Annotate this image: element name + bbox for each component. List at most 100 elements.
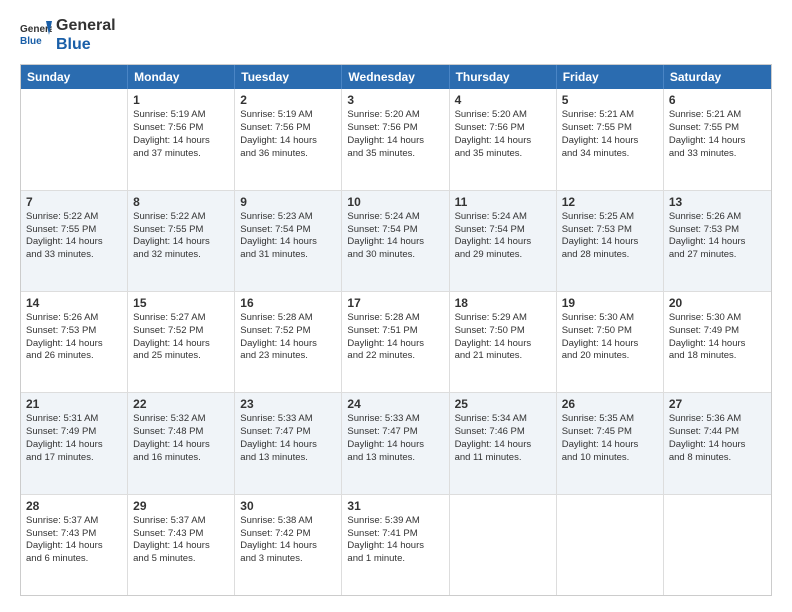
day-number: 10	[347, 195, 443, 209]
calendar-cell: 10 Sunrise: 5:24 AM Sunset: 7:54 PM Dayli…	[342, 191, 449, 291]
logo-blue-text: Blue	[56, 35, 116, 54]
calendar-cell: 18 Sunrise: 5:29 AM Sunset: 7:50 PM Dayli…	[450, 292, 557, 392]
cell-info: Sunrise: 5:38 AM Sunset: 7:42 PM Dayligh…	[240, 515, 336, 566]
cell-info: Sunrise: 5:31 AM Sunset: 7:49 PM Dayligh…	[26, 413, 122, 464]
cell-info: Sunrise: 5:21 AM Sunset: 7:55 PM Dayligh…	[669, 109, 766, 160]
calendar-cell: 15 Sunrise: 5:27 AM Sunset: 7:52 PM Dayli…	[128, 292, 235, 392]
cell-info: Sunrise: 5:30 AM Sunset: 7:50 PM Dayligh…	[562, 312, 658, 363]
cell-info: Sunrise: 5:21 AM Sunset: 7:55 PM Dayligh…	[562, 109, 658, 160]
calendar-cell: 21 Sunrise: 5:31 AM Sunset: 7:49 PM Dayli…	[21, 393, 128, 493]
day-number: 26	[562, 397, 658, 411]
calendar-cell: 20 Sunrise: 5:30 AM Sunset: 7:49 PM Dayli…	[664, 292, 771, 392]
calendar-cell: 16 Sunrise: 5:28 AM Sunset: 7:52 PM Dayli…	[235, 292, 342, 392]
day-number: 18	[455, 296, 551, 310]
calendar-row-2: 14Sunrise: 5:26 AM Sunset: 7:53 PM Dayli…	[21, 292, 771, 393]
calendar-cell	[450, 495, 557, 595]
day-number: 17	[347, 296, 443, 310]
day-number: 9	[240, 195, 336, 209]
day-number: 3	[347, 93, 443, 107]
cell-info: Sunrise: 5:27 AM Sunset: 7:52 PM Dayligh…	[133, 312, 229, 363]
calendar-cell: 31 Sunrise: 5:39 AM Sunset: 7:41 PM Dayli…	[342, 495, 449, 595]
day-number: 11	[455, 195, 551, 209]
day-number: 8	[133, 195, 229, 209]
day-number: 21	[26, 397, 122, 411]
calendar-cell: 8 Sunrise: 5:22 AM Sunset: 7:55 PM Daylig…	[128, 191, 235, 291]
cell-info: Sunrise: 5:24 AM Sunset: 7:54 PM Dayligh…	[347, 211, 443, 262]
cell-info: Sunrise: 5:22 AM Sunset: 7:55 PM Dayligh…	[133, 211, 229, 262]
cell-info: Sunrise: 5:30 AM Sunset: 7:49 PM Dayligh…	[669, 312, 766, 363]
day-number: 4	[455, 93, 551, 107]
calendar-cell	[557, 495, 664, 595]
day-number: 29	[133, 499, 229, 513]
calendar-cell: 9 Sunrise: 5:23 AM Sunset: 7:54 PM Daylig…	[235, 191, 342, 291]
day-number: 30	[240, 499, 336, 513]
calendar-cell: 26 Sunrise: 5:35 AM Sunset: 7:45 PM Dayli…	[557, 393, 664, 493]
calendar-cell: 25Sunrise: 5:34 AM Sunset: 7:46 PM Dayli…	[450, 393, 557, 493]
cell-info: Sunrise: 5:23 AM Sunset: 7:54 PM Dayligh…	[240, 211, 336, 262]
cell-info: Sunrise: 5:19 AM Sunset: 7:56 PM Dayligh…	[133, 109, 229, 160]
header-cell-sunday: Sunday	[21, 65, 128, 89]
cell-info: Sunrise: 5:37 AM Sunset: 7:43 PM Dayligh…	[133, 515, 229, 566]
calendar-cell: 17 Sunrise: 5:28 AM Sunset: 7:51 PM Dayli…	[342, 292, 449, 392]
svg-text:Blue: Blue	[20, 36, 42, 47]
day-number: 28	[26, 499, 122, 513]
cell-info: Sunrise: 5:36 AM Sunset: 7:44 PM Dayligh…	[669, 413, 766, 464]
cell-info: Sunrise: 5:39 AM Sunset: 7:41 PM Dayligh…	[347, 515, 443, 566]
calendar-cell: 4Sunrise: 5:20 AM Sunset: 7:56 PM Daylig…	[450, 89, 557, 189]
day-number: 25	[455, 397, 551, 411]
calendar-cell: 30 Sunrise: 5:38 AM Sunset: 7:42 PM Dayli…	[235, 495, 342, 595]
calendar-cell: 1 Sunrise: 5:19 AM Sunset: 7:56 PM Daylig…	[128, 89, 235, 189]
logo-svg: General Blue	[20, 19, 52, 51]
calendar-row-4: 28 Sunrise: 5:37 AM Sunset: 7:43 PM Dayli…	[21, 495, 771, 595]
day-number: 16	[240, 296, 336, 310]
cell-info: Sunrise: 5:37 AM Sunset: 7:43 PM Dayligh…	[26, 515, 122, 566]
calendar-cell: 19Sunrise: 5:30 AM Sunset: 7:50 PM Dayli…	[557, 292, 664, 392]
logo: General Blue General Blue	[20, 16, 116, 54]
cell-info: Sunrise: 5:29 AM Sunset: 7:50 PM Dayligh…	[455, 312, 551, 363]
day-number: 5	[562, 93, 658, 107]
cell-info: Sunrise: 5:26 AM Sunset: 7:53 PM Dayligh…	[26, 312, 122, 363]
day-number: 6	[669, 93, 766, 107]
day-number: 7	[26, 195, 122, 209]
header-cell-tuesday: Tuesday	[235, 65, 342, 89]
cell-info: Sunrise: 5:33 AM Sunset: 7:47 PM Dayligh…	[347, 413, 443, 464]
calendar-cell: 13Sunrise: 5:26 AM Sunset: 7:53 PM Dayli…	[664, 191, 771, 291]
header: General Blue General Blue	[20, 16, 772, 54]
day-number: 31	[347, 499, 443, 513]
calendar-header-row: SundayMondayTuesdayWednesdayThursdayFrid…	[21, 65, 771, 89]
calendar-cell: 14Sunrise: 5:26 AM Sunset: 7:53 PM Dayli…	[21, 292, 128, 392]
header-cell-friday: Friday	[557, 65, 664, 89]
calendar-cell: 12 Sunrise: 5:25 AM Sunset: 7:53 PM Dayli…	[557, 191, 664, 291]
day-number: 2	[240, 93, 336, 107]
calendar-cell: 22Sunrise: 5:32 AM Sunset: 7:48 PM Dayli…	[128, 393, 235, 493]
cell-info: Sunrise: 5:24 AM Sunset: 7:54 PM Dayligh…	[455, 211, 551, 262]
header-cell-thursday: Thursday	[450, 65, 557, 89]
day-number: 23	[240, 397, 336, 411]
cell-info: Sunrise: 5:19 AM Sunset: 7:56 PM Dayligh…	[240, 109, 336, 160]
calendar-body: 1 Sunrise: 5:19 AM Sunset: 7:56 PM Daylig…	[21, 89, 771, 595]
cell-info: Sunrise: 5:22 AM Sunset: 7:55 PM Dayligh…	[26, 211, 122, 262]
cell-info: Sunrise: 5:25 AM Sunset: 7:53 PM Dayligh…	[562, 211, 658, 262]
calendar-cell: 2 Sunrise: 5:19 AM Sunset: 7:56 PM Daylig…	[235, 89, 342, 189]
day-number: 12	[562, 195, 658, 209]
cell-info: Sunrise: 5:32 AM Sunset: 7:48 PM Dayligh…	[133, 413, 229, 464]
calendar-cell: 6 Sunrise: 5:21 AM Sunset: 7:55 PM Daylig…	[664, 89, 771, 189]
day-number: 13	[669, 195, 766, 209]
calendar-cell: 5 Sunrise: 5:21 AM Sunset: 7:55 PM Daylig…	[557, 89, 664, 189]
header-cell-saturday: Saturday	[664, 65, 771, 89]
calendar-row-0: 1 Sunrise: 5:19 AM Sunset: 7:56 PM Daylig…	[21, 89, 771, 190]
calendar-cell: 28 Sunrise: 5:37 AM Sunset: 7:43 PM Dayli…	[21, 495, 128, 595]
calendar-cell: 24Sunrise: 5:33 AM Sunset: 7:47 PM Dayli…	[342, 393, 449, 493]
calendar-row-1: 7 Sunrise: 5:22 AM Sunset: 7:55 PM Daylig…	[21, 191, 771, 292]
cell-info: Sunrise: 5:28 AM Sunset: 7:52 PM Dayligh…	[240, 312, 336, 363]
day-number: 20	[669, 296, 766, 310]
day-number: 1	[133, 93, 229, 107]
cell-info: Sunrise: 5:20 AM Sunset: 7:56 PM Dayligh…	[347, 109, 443, 160]
logo-general-text: General	[56, 16, 116, 35]
calendar-cell: 29 Sunrise: 5:37 AM Sunset: 7:43 PM Dayli…	[128, 495, 235, 595]
cell-info: Sunrise: 5:35 AM Sunset: 7:45 PM Dayligh…	[562, 413, 658, 464]
header-cell-wednesday: Wednesday	[342, 65, 449, 89]
cell-info: Sunrise: 5:28 AM Sunset: 7:51 PM Dayligh…	[347, 312, 443, 363]
day-number: 15	[133, 296, 229, 310]
day-number: 27	[669, 397, 766, 411]
